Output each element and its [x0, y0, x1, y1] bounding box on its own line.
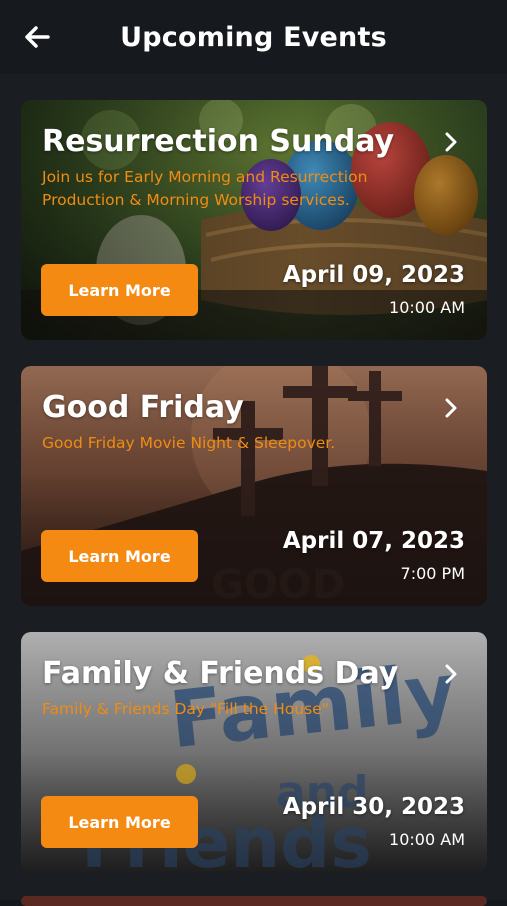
learn-more-button[interactable]: Learn More [41, 264, 198, 316]
page-title: Upcoming Events [120, 21, 387, 53]
event-time: 7:00 PM [400, 564, 465, 583]
app-header: Upcoming Events [0, 0, 507, 74]
learn-more-button[interactable]: Learn More [41, 530, 198, 582]
event-card-partial[interactable] [21, 896, 487, 906]
event-description: Join us for Early Morning and Resurrecti… [42, 168, 368, 209]
chevron-right-icon[interactable] [441, 662, 461, 686]
learn-more-button[interactable]: Learn More [41, 796, 198, 848]
chevron-right-icon[interactable] [441, 396, 461, 420]
event-card-good-friday[interactable]: GOOD Good Friday Good Friday Movie Night… [21, 366, 487, 606]
event-date: April 07, 2023 [282, 528, 465, 554]
event-description: Good Friday Movie Night & Sleepover. [42, 434, 336, 452]
event-card-resurrection-sunday[interactable]: Resurrection Sunday Join us for Early Mo… [21, 100, 487, 340]
event-time: 10:00 AM [389, 298, 465, 317]
chevron-right-icon[interactable] [441, 130, 461, 154]
event-card-family-friends-day[interactable]: Family and Friends Family & Friends Day … [21, 632, 487, 872]
event-title: Family & Friends Day [42, 656, 399, 691]
event-time: 10:00 AM [389, 830, 465, 849]
event-list: Resurrection Sunday Join us for Early Mo… [0, 74, 507, 906]
event-title: Resurrection Sunday [42, 124, 395, 159]
event-date: April 09, 2023 [282, 262, 465, 288]
event-title: Good Friday [42, 390, 244, 425]
event-description: Family & Friends Day "Fill the House" [42, 700, 329, 718]
event-date: April 30, 2023 [282, 794, 465, 820]
